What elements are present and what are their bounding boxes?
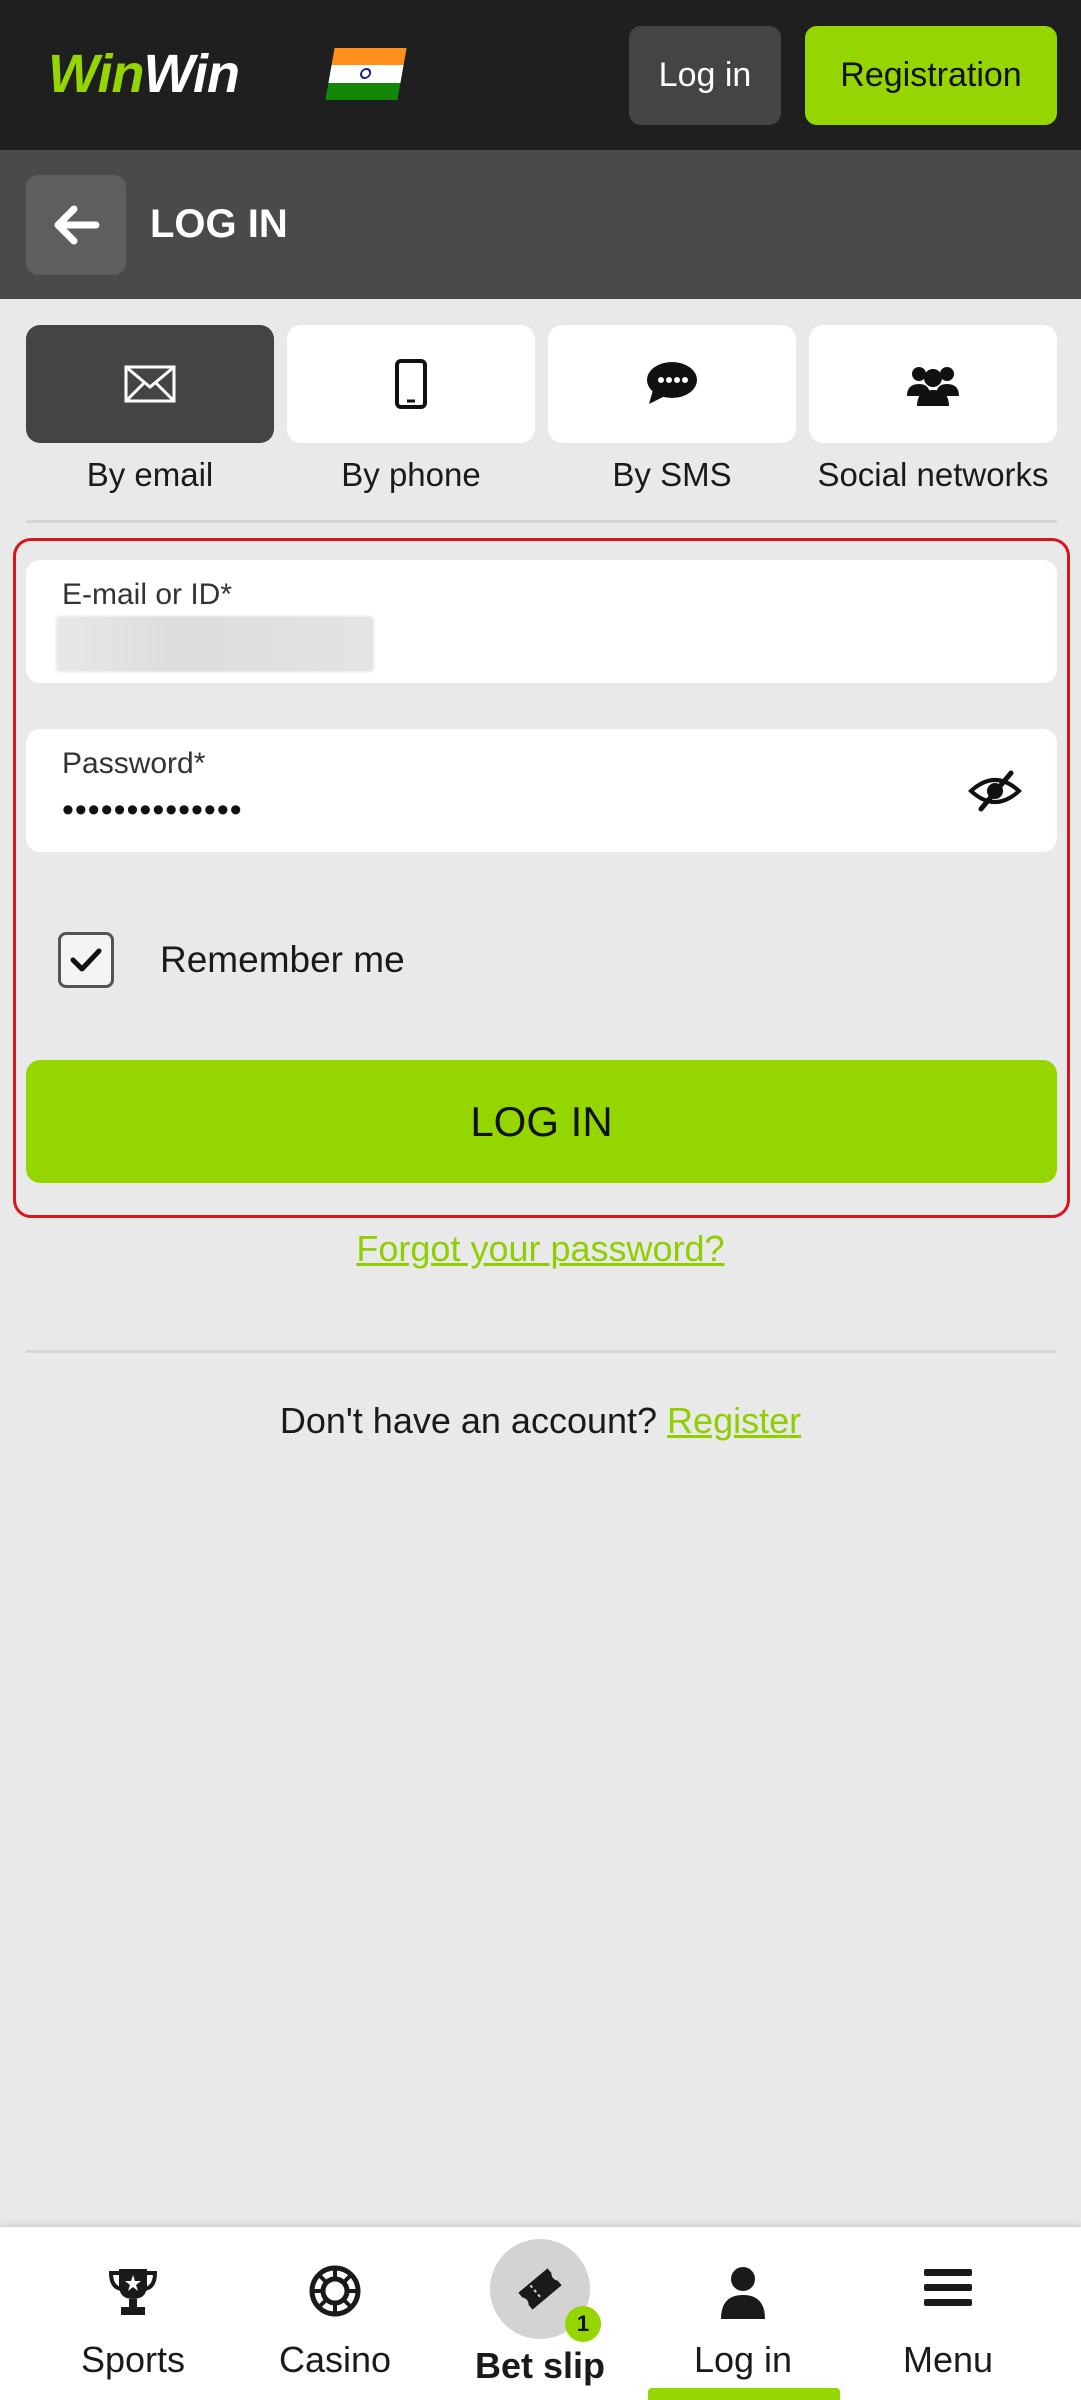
page-header: LOG IN: [0, 150, 1081, 299]
email-field-label: E-mail or ID*: [62, 578, 233, 611]
tab-by-email[interactable]: By email: [26, 325, 274, 495]
back-button[interactable]: [26, 175, 126, 275]
tab-label: Social networks: [817, 456, 1049, 493]
menu-icon: [924, 2269, 972, 2306]
tab-by-sms[interactable]: By SMS: [548, 325, 796, 495]
sms-icon: [647, 362, 697, 404]
user-icon: [721, 2267, 765, 2319]
eye-slash-icon[interactable]: [967, 769, 1023, 813]
forgot-password-link[interactable]: Forgot your password?: [0, 1228, 1081, 1270]
tab-by-phone[interactable]: By phone: [287, 325, 535, 495]
page-title: LOG IN: [150, 202, 288, 246]
register-link[interactable]: Register: [667, 1400, 801, 1441]
tab-label: By SMS: [612, 456, 732, 493]
remember-me-label: Remember me: [160, 939, 405, 980]
bet-slip-count-badge: 1: [565, 2306, 601, 2342]
ticket-icon: [518, 2268, 562, 2310]
nav-login[interactable]: Log in: [643, 2227, 843, 2400]
envelope-icon: [124, 365, 176, 403]
active-tab-indicator: [648, 2388, 840, 2400]
nav-label: Sports: [80, 2339, 186, 2380]
password-field-label: Password*: [62, 747, 206, 780]
arrow-left-icon: [54, 205, 100, 245]
nav-casino[interactable]: Casino: [235, 2227, 435, 2400]
users-icon: [907, 367, 959, 406]
nav-label: Log in: [693, 2339, 793, 2380]
nav-bet-slip[interactable]: Bet slip: [440, 2227, 640, 2400]
login-method-tabs: By email By phone By SMS Social networks: [26, 325, 1057, 495]
chip-icon: [309, 2265, 361, 2317]
india-flag-icon[interactable]: [325, 48, 407, 100]
nav-label: Bet slip: [474, 2345, 606, 2386]
email-field[interactable]: E-mail or ID*: [26, 560, 1057, 683]
no-account-text: Don't have an account?: [279, 1400, 658, 1441]
email-value-redacted: [56, 616, 374, 672]
top-bar: WinWin Log in Registration: [0, 0, 1081, 150]
tab-label: By phone: [341, 456, 481, 493]
no-account-row: Don't have an account? Register: [0, 1400, 1081, 1442]
password-value: ••••••••••••••: [62, 791, 243, 829]
bottom-navigation: Sports Casino Bet slip Log in Menu: [0, 2227, 1081, 2400]
phone-icon: [395, 359, 427, 409]
trophy-icon: [108, 2269, 158, 2315]
header-registration-button[interactable]: Registration: [805, 26, 1057, 125]
nav-label: Menu: [902, 2339, 994, 2380]
tab-label: By email: [86, 456, 214, 493]
nav-menu[interactable]: Menu: [848, 2227, 1048, 2400]
remember-me[interactable]: Remember me: [58, 930, 405, 990]
nav-label: Casino: [278, 2339, 392, 2380]
divider: [26, 1350, 1057, 1353]
check-icon: [70, 948, 102, 972]
tab-social-networks[interactable]: Social networks: [809, 325, 1057, 495]
divider: [26, 520, 1057, 523]
remember-me-checkbox[interactable]: [58, 932, 114, 988]
password-field[interactable]: Password* ••••••••••••••: [26, 729, 1057, 852]
winwin-logo[interactable]: WinWin: [48, 44, 240, 104]
login-submit-button[interactable]: LOG IN: [26, 1060, 1057, 1183]
nav-sports[interactable]: Sports: [33, 2227, 233, 2400]
header-login-button[interactable]: Log in: [629, 26, 781, 125]
